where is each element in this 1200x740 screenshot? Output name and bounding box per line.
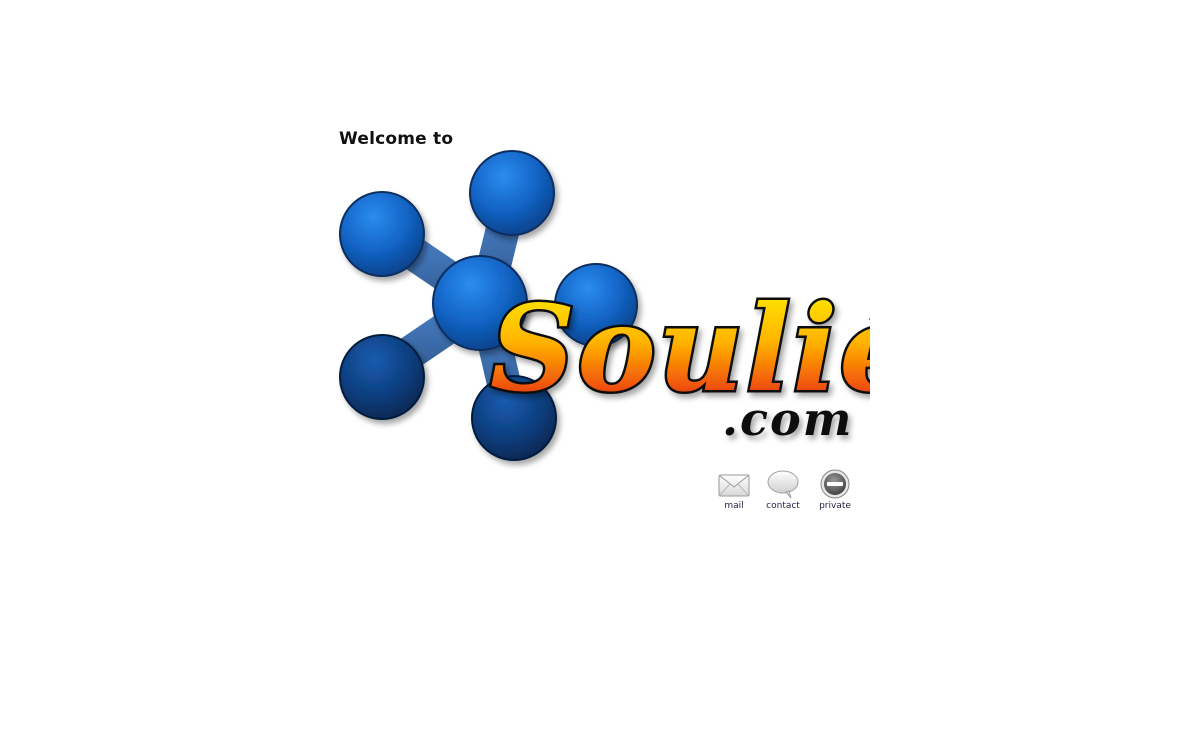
mail-label: mail — [724, 501, 744, 511]
speech-bubble-icon — [767, 470, 799, 499]
site-logo: Soulié .com — [330, 140, 870, 475]
private-label: private — [819, 501, 851, 511]
icon-links: mail contact private — [708, 468, 868, 518]
mail-link[interactable]: mail — [708, 468, 760, 516]
logo-graphic: Soulié .com — [339, 150, 870, 461]
page: Welcome to Souli .com mail contact priva… — [0, 0, 1200, 740]
domain-suffix-text: .com — [722, 392, 853, 446]
envelope-icon — [718, 474, 750, 497]
private-link[interactable]: private — [809, 468, 861, 516]
contact-label: contact — [766, 501, 800, 511]
contact-link[interactable]: contact — [757, 468, 809, 516]
no-entry-icon — [820, 469, 850, 499]
